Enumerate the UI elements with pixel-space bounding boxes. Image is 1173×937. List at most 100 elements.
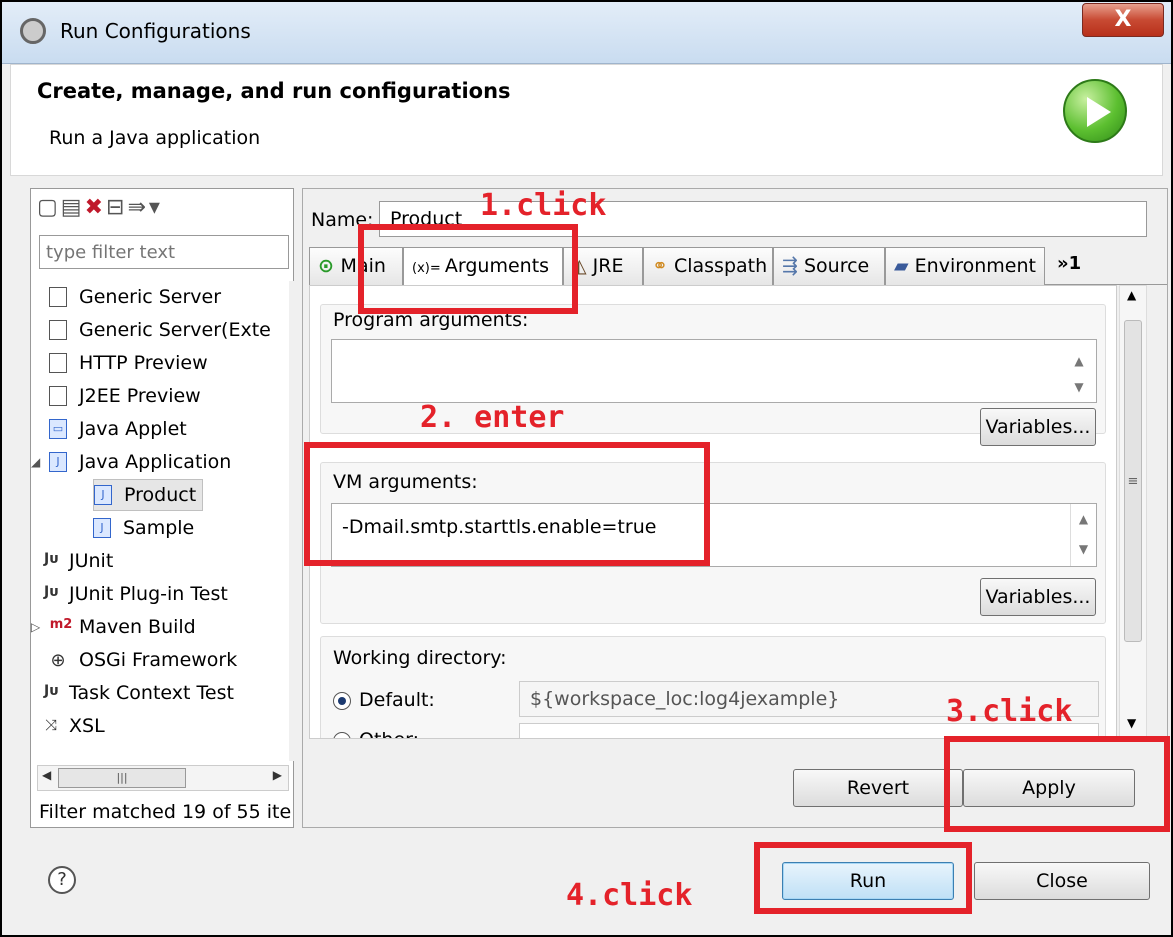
tab-classpath[interactable]: ⚭ Classpath xyxy=(643,247,773,285)
close-button[interactable]: Close xyxy=(974,862,1150,900)
maven-icon: m2 xyxy=(49,617,73,632)
filter-input[interactable] xyxy=(39,235,289,269)
other-label: Other: xyxy=(359,729,419,738)
scroll-left-icon[interactable]: ◀ xyxy=(42,768,51,782)
tab-label: Source xyxy=(803,255,870,277)
tree-horizontal-scrollbar[interactable]: ◀ ||| ▶ xyxy=(37,765,289,791)
vm-variables-button[interactable]: Variables... xyxy=(980,578,1096,616)
panel-vertical-scrollbar[interactable]: ▲ ≡ ▼ xyxy=(1119,285,1147,739)
scroll-thumb[interactable]: ||| xyxy=(58,768,186,788)
classpath-tab-icon: ⚭ xyxy=(652,255,674,277)
tree-item-label: J2EE Preview xyxy=(79,385,201,407)
annotation-box-vm-arguments xyxy=(304,442,710,566)
window-title: Run Configurations xyxy=(60,19,251,43)
annotation-step4: 4.click xyxy=(566,878,693,913)
junit-icon: Jᴜ xyxy=(43,551,59,567)
run-configurations-window: Run Configurations X Create, manage, and… xyxy=(0,0,1173,937)
junit-plugin-icon: Jᴜ xyxy=(43,584,59,600)
menu-dropdown-icon[interactable]: ▾ xyxy=(149,195,163,220)
dialog-header: Create, manage, and run configurations R… xyxy=(10,64,1163,176)
expand-arrow-icon[interactable]: ◢ xyxy=(31,455,43,469)
collapse-all-icon[interactable]: ⊟ xyxy=(106,195,127,220)
help-icon[interactable]: ? xyxy=(48,866,76,894)
tab-environment[interactable]: ▰ Environment xyxy=(885,247,1045,285)
tree-vertical-scrollbar[interactable] xyxy=(289,281,297,761)
annotation-box-run xyxy=(754,842,972,914)
default-radio[interactable]: Default: xyxy=(333,689,435,711)
filter-status: Filter matched 19 of 55 ite xyxy=(39,801,292,823)
tree-item-sample[interactable]: J Sample xyxy=(93,512,194,544)
server-icon xyxy=(49,287,67,307)
scroll-right-icon[interactable]: ▶ xyxy=(273,768,282,782)
xsl-icon: ⤨ xyxy=(44,716,57,734)
filter-icon[interactable]: ⇛ xyxy=(127,195,148,220)
program-variables-button[interactable]: Variables... xyxy=(980,408,1096,446)
tree-item-junit-plugin-test[interactable]: Jᴜ JUnit Plug-in Test xyxy=(39,578,228,610)
tab-label: Classpath xyxy=(673,255,768,277)
java-app-icon: J xyxy=(49,452,67,472)
tree-item-junit[interactable]: Jᴜ JUnit xyxy=(39,545,113,577)
tree-item-label: Task Context Test xyxy=(69,682,234,704)
tree-item-java-application[interactable]: ◢ J Java Application xyxy=(31,446,231,478)
tree-item-java-applet[interactable]: ▭ Java Applet xyxy=(49,413,187,445)
expand-arrow-icon[interactable]: ▷ xyxy=(31,620,43,634)
tree-item-label: Java Application xyxy=(79,451,232,473)
tree-toolbar: ▢▤✖⊟⇛▾ xyxy=(37,195,163,220)
java-app-icon: J xyxy=(93,518,111,538)
tree-item-osgi-framework[interactable]: ⊕ OSGi Framework xyxy=(49,644,237,676)
tree-item-xsl[interactable]: ⤨ XSL xyxy=(39,710,105,742)
window-close-button[interactable]: X xyxy=(1082,3,1164,37)
new-config-icon[interactable]: ▢ xyxy=(37,195,61,220)
duplicate-icon[interactable]: ▤ xyxy=(61,195,85,220)
tree-item-label: Product xyxy=(124,484,197,506)
tree-item-label: XSL xyxy=(69,715,105,737)
tree-item-label: Generic Server xyxy=(79,286,222,308)
panel-scroll-thumb[interactable]: ≡ xyxy=(1124,320,1142,642)
run-play-icon xyxy=(1063,79,1127,143)
server-icon xyxy=(49,320,67,340)
scroll-up-icon[interactable]: ▲ xyxy=(1127,288,1136,302)
scroll-down-icon[interactable]: ▼ xyxy=(1127,716,1136,730)
tree-item-http-preview[interactable]: HTTP Preview xyxy=(49,347,208,379)
eclipse-gear-icon xyxy=(20,18,46,44)
header-subtitle: Run a Java application xyxy=(49,127,261,149)
tree-item-generic-server-ext[interactable]: Generic Server(Exte xyxy=(49,314,271,346)
more-tabs-button[interactable]: »1 xyxy=(1057,253,1081,274)
applet-icon: ▭ xyxy=(49,419,67,439)
environment-tab-icon: ▰ xyxy=(894,255,915,277)
annotation-box-arguments-tab xyxy=(358,224,578,314)
source-tab-icon: ⇶ xyxy=(782,255,804,277)
config-tree: Generic Server Generic Server(Exte HTTP … xyxy=(31,281,289,761)
working-directory-label: Working directory: xyxy=(333,647,507,669)
tree-item-task-context-test[interactable]: Jᴜ Task Context Test xyxy=(39,677,234,709)
tree-item-label: JUnit xyxy=(69,550,114,572)
tree-item-label: JUnit Plug-in Test xyxy=(69,583,228,605)
tab-label: JRE xyxy=(592,255,624,277)
program-arguments-input[interactable] xyxy=(331,339,1097,403)
main-tab-icon: ⊙ xyxy=(318,255,341,277)
tree-item-product[interactable]: J Product xyxy=(93,479,204,511)
tree-item-label: Sample xyxy=(123,517,195,539)
task-context-icon: Jᴜ xyxy=(43,683,59,699)
tree-item-generic-server[interactable]: Generic Server xyxy=(49,281,221,313)
configuration-tree-panel: ▢▤✖⊟⇛▾ Generic Server Generic Server(Ext… xyxy=(30,188,297,828)
annotation-step1: 1.click xyxy=(480,188,607,223)
tree-item-label: Maven Build xyxy=(79,616,196,638)
radio-selected-icon xyxy=(333,691,351,710)
server-icon xyxy=(49,353,67,373)
vm-args-scrollbar[interactable]: ▲ ▼ xyxy=(1070,504,1096,566)
revert-button[interactable]: Revert xyxy=(793,769,963,807)
server-icon xyxy=(49,386,67,406)
annotation-step2: 2. enter xyxy=(420,400,565,435)
tree-item-label: OSGi Framework xyxy=(79,649,238,671)
tree-item-label: Java Applet xyxy=(79,418,187,440)
tree-item-label: Generic Server(Exte xyxy=(79,319,271,341)
radio-unselected-icon xyxy=(333,731,351,738)
java-app-icon: J xyxy=(94,485,112,505)
tree-item-maven-build[interactable]: ▷ m2 Maven Build xyxy=(31,611,196,643)
tree-item-j2ee-preview[interactable]: J2EE Preview xyxy=(49,380,201,412)
delete-icon[interactable]: ✖ xyxy=(85,195,106,220)
other-radio[interactable]: Other: xyxy=(333,729,419,738)
program-args-scrollbar[interactable]: ▲ ▼ xyxy=(1066,348,1092,400)
tab-source[interactable]: ⇶ Source xyxy=(773,247,885,285)
